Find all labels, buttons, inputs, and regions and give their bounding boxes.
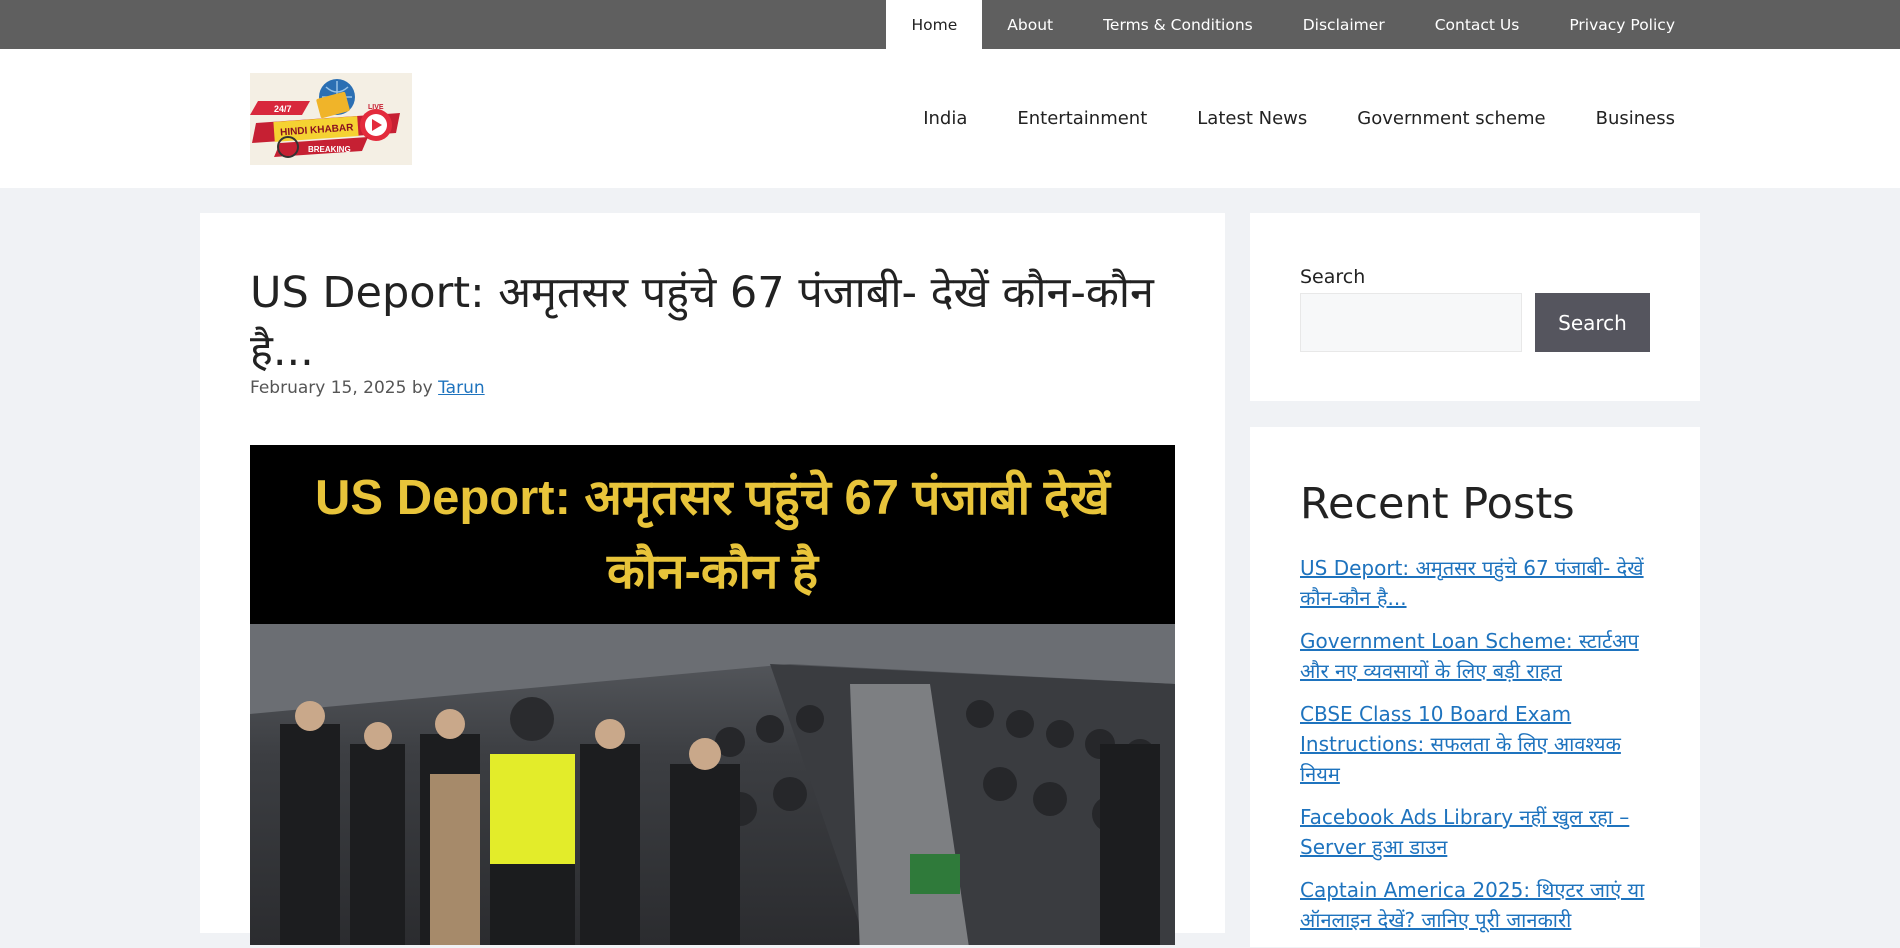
search-button[interactable]: Search <box>1535 293 1650 352</box>
article-card: US Deport: अमृतसर पहुंचे 67 पंजाबी- देखे… <box>200 213 1225 945</box>
list-item: Captain America 2025: थिएटर जाएं या ऑनला… <box>1300 875 1660 935</box>
top-navigation: Home About Terms & Conditions Disclaimer… <box>0 0 1900 49</box>
recent-post-link[interactable]: CBSE Class 10 Board Exam Instructions: स… <box>1300 702 1621 786</box>
site-logo[interactable]: 24/7 HINDI KHABAR LIVE BREAKING <box>250 73 412 165</box>
recent-posts-heading: Recent Posts <box>1300 479 1575 529</box>
topnav-home[interactable]: Home <box>886 0 983 49</box>
search-widget: Search Search <box>1250 213 1700 401</box>
search-input[interactable] <box>1300 293 1522 352</box>
list-item: US Deport: अमृतसर पहुंचे 67 पंजाबी- देखे… <box>1300 553 1660 613</box>
recent-post-link[interactable]: Government Loan Scheme: स्टार्टअप और नए … <box>1300 629 1639 683</box>
topnav-terms[interactable]: Terms & Conditions <box>1078 0 1278 49</box>
recent-posts-list: US Deport: अमृतसर पहुंचे 67 पंजाबी- देखे… <box>1300 553 1660 948</box>
logo-sub-text: BREAKING <box>308 145 351 154</box>
list-item: Facebook Ads Library नहीं खुल रहा – Serv… <box>1300 802 1660 862</box>
article-title: US Deport: अमृतसर पहुंचे 67 पंजाबी- देखे… <box>250 268 1154 376</box>
recent-post-link[interactable]: Captain America 2025: थिएटर जाएं या ऑनला… <box>1300 878 1644 932</box>
search-label: Search <box>1300 266 1366 288</box>
nav-india[interactable]: India <box>898 108 992 129</box>
main-navigation: India Entertainment Latest News Governme… <box>898 49 1700 188</box>
topnav-about[interactable]: About <box>982 0 1078 49</box>
featured-photo <box>250 624 1175 945</box>
topnav-contact[interactable]: Contact Us <box>1410 0 1545 49</box>
nav-business[interactable]: Business <box>1571 108 1700 129</box>
nav-entertainment[interactable]: Entertainment <box>992 108 1172 129</box>
topnav-disclaimer[interactable]: Disclaimer <box>1278 0 1410 49</box>
featured-image: US Deport: अमृतसर पहुंचे 67 पंजाबी देखें… <box>250 445 1175 945</box>
article-by: by <box>411 378 433 398</box>
logo-badge-text: 24/7 <box>274 104 292 114</box>
safety-vest-icon <box>490 754 575 864</box>
nav-latest-news[interactable]: Latest News <box>1172 108 1332 129</box>
featured-image-banner: US Deport: अमृतसर पहुंचे 67 पंजाबी देखें… <box>250 445 1175 624</box>
recent-post-link[interactable]: Facebook Ads Library नहीं खुल रहा – Serv… <box>1300 805 1629 859</box>
aircraft-cabin-photo-icon <box>250 624 1175 945</box>
site-header: 24/7 HINDI KHABAR LIVE BREAKING India En… <box>0 49 1900 188</box>
article-date: February 15, 2025 <box>250 378 407 398</box>
nav-government-scheme[interactable]: Government scheme <box>1332 108 1570 129</box>
list-item: CBSE Class 10 Board Exam Instructions: स… <box>1300 699 1660 789</box>
list-item: Government Loan Scheme: स्टार्टअप और नए … <box>1300 626 1660 686</box>
recent-post-link[interactable]: US Deport: अमृतसर पहुंचे 67 पंजाबी- देखे… <box>1300 556 1644 610</box>
article-meta: February 15, 2025 by Tarun <box>250 378 485 398</box>
article-author-link[interactable]: Tarun <box>438 378 485 398</box>
recent-posts-widget: Recent Posts US Deport: अमृतसर पहुंचे 67… <box>1250 427 1700 947</box>
topnav-privacy[interactable]: Privacy Policy <box>1544 0 1700 49</box>
